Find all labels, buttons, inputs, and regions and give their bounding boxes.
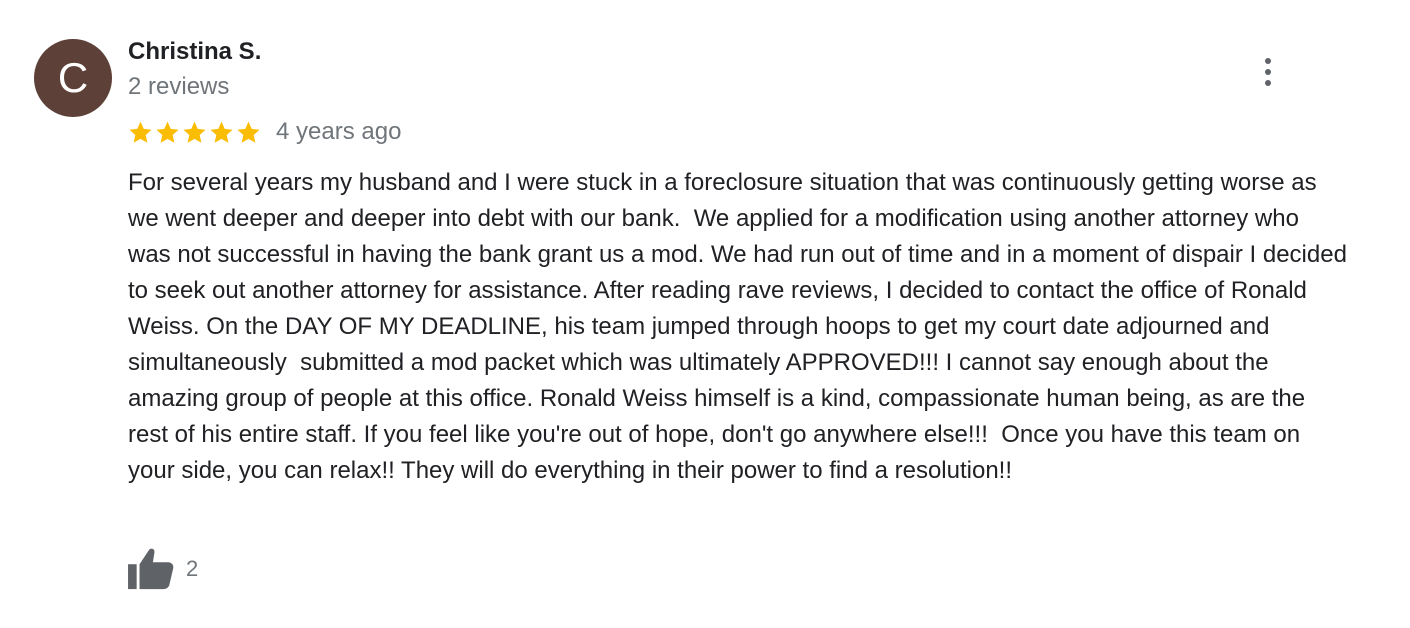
star-icon [237, 121, 260, 143]
rating-row: 4 years ago [128, 116, 401, 148]
avatar[interactable]: C [34, 39, 112, 117]
avatar-initial: C [57, 54, 89, 101]
star-icon [129, 121, 152, 143]
review-card: C Christina S. 2 reviews 4 years ago For… [0, 0, 1410, 628]
thumbs-up-icon [128, 548, 174, 590]
star-icon [183, 121, 206, 143]
more-options-button[interactable] [1244, 48, 1292, 96]
more-vert-icon [1265, 58, 1271, 64]
star-rating [128, 120, 261, 145]
like-row: 2 [128, 544, 198, 594]
reviewer-name[interactable]: Christina S. [128, 38, 261, 66]
reviewer-review-count: 2 reviews [128, 73, 230, 100]
review-text: For several years my husband and I were … [128, 169, 1354, 484]
like-count: 2 [186, 556, 199, 581]
review-date: 4 years ago [276, 118, 402, 145]
star-icon [210, 121, 233, 143]
like-button[interactable] [128, 545, 176, 593]
star-icon [156, 121, 179, 143]
